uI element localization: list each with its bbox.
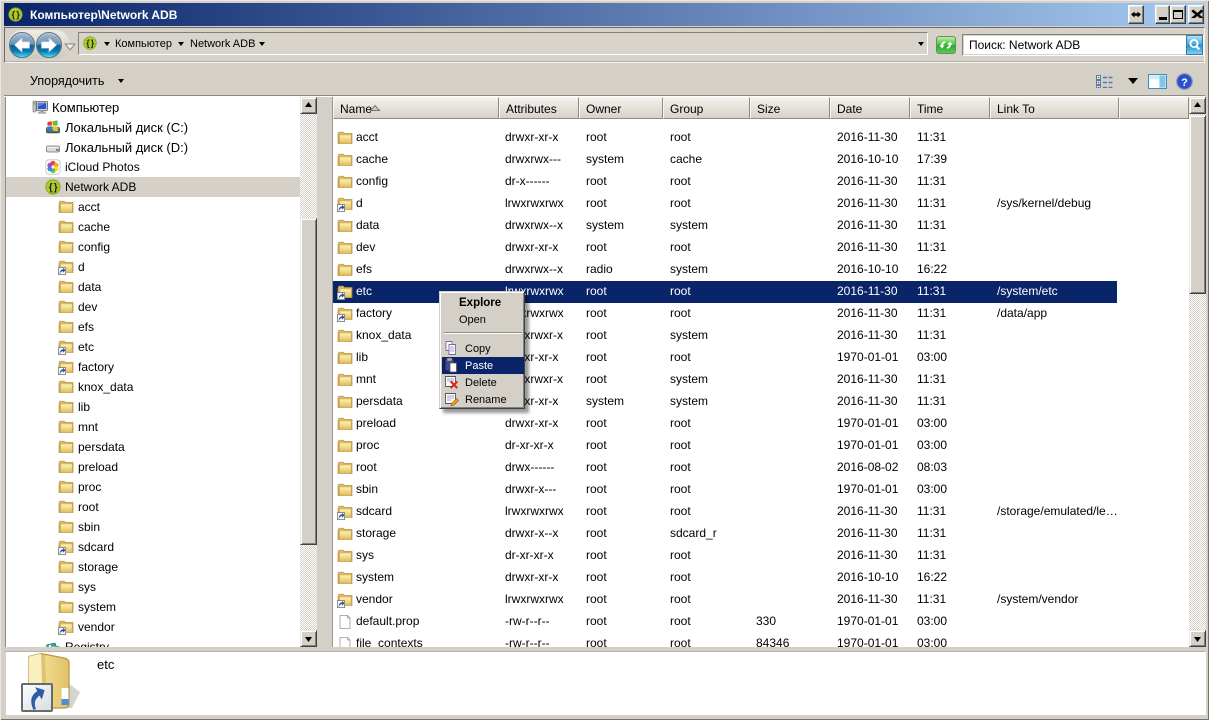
- svg-text:?: ?: [1181, 77, 1188, 89]
